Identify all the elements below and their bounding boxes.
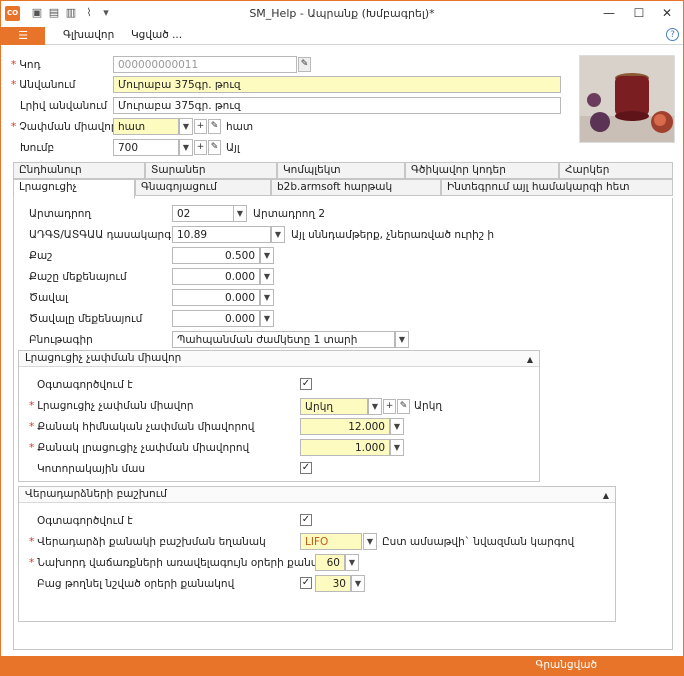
skip-checkbox[interactable]: ✓	[300, 577, 312, 589]
close-icon[interactable]: ✕	[653, 3, 681, 23]
add-unit-add-icon[interactable]: +	[383, 399, 396, 414]
group-label: Խումբ	[20, 142, 55, 154]
method-text: Ըստ ամսաթվի` նվազման կարգով	[382, 536, 575, 548]
nature-field[interactable]: Պահպանման ժամկետը 1 տարի	[172, 331, 395, 348]
volume-label: Ծավալ	[29, 292, 69, 304]
name-label: * Անվանում	[11, 79, 76, 91]
tab-kit[interactable]: Կոմպլեկտ	[277, 162, 405, 179]
unit-edit-icon[interactable]: ✎	[208, 119, 221, 134]
classifier-text: Այլ սննդամթերք, չներառված ուրիշ ի	[291, 229, 495, 241]
nature-dropdown-icon[interactable]: ▼	[395, 331, 409, 348]
nature-label: Բնութագիր	[29, 334, 93, 346]
returns-used-label: Օգտագործվում է	[37, 515, 133, 527]
skip-label: Բաց թողնել նշված օրերի քանակով	[37, 578, 235, 590]
add-unit-dropdown-icon[interactable]: ▼	[368, 398, 382, 415]
window-title: SM_Help - Ապրանք (Խմբագրել)*	[249, 7, 435, 20]
tab-general[interactable]: Ընդհանուր	[13, 162, 145, 179]
add-unit-label: * Լրացուցիչ չափման միավոր	[29, 400, 194, 412]
volume-dropdown-icon[interactable]: ▼	[260, 289, 274, 306]
unit-used-label: Օգտագործվում է	[37, 379, 133, 391]
tab-barcodes[interactable]: Գծիկավոր կոդեր	[405, 162, 559, 179]
weight-vehicle-dropdown-icon[interactable]: ▼	[260, 268, 274, 285]
add-unit-field[interactable]: Արկղ	[300, 398, 368, 415]
weight-field[interactable]: 0.500	[172, 247, 260, 264]
fullname-field[interactable]: Մուրաբա 375գր. թուզ	[113, 97, 561, 114]
status-bar: Գրանցված	[1, 656, 683, 675]
producer-label: Արտադրող	[29, 208, 92, 220]
tab-integration[interactable]: Ինտեգրում այլ համակարգի հետ	[441, 179, 673, 196]
method-dropdown-icon[interactable]: ▼	[363, 533, 377, 550]
fullname-label: Լրիվ անվանում	[20, 100, 108, 112]
main-menu-button[interactable]: ☰	[1, 27, 45, 45]
add-unit-edit-icon[interactable]: ✎	[397, 399, 410, 414]
unit-add-icon[interactable]: +	[194, 119, 207, 134]
days-dropdown-icon[interactable]: ▼	[345, 554, 359, 571]
unit-used-checkbox[interactable]: ✓	[300, 378, 312, 390]
group-field[interactable]: 700	[113, 139, 179, 156]
title-bar: CO ▣ ▤ ▥ ⌇ ▾ SM_Help - Ապրանք (Խմբագրել)…	[1, 1, 683, 27]
days-field[interactable]: 60	[315, 554, 345, 571]
volume-vehicle-dropdown-icon[interactable]: ▼	[260, 310, 274, 327]
classifier-field[interactable]: 10.89	[172, 226, 271, 243]
extra-qty-dropdown-icon[interactable]: ▼	[390, 439, 404, 456]
method-field[interactable]: LIFO	[300, 533, 362, 550]
producer-dropdown-icon[interactable]: ▼	[233, 205, 247, 222]
classifier-dropdown-icon[interactable]: ▼	[271, 226, 285, 243]
collapse-icon[interactable]: ▲	[603, 488, 609, 503]
fractional-label: Կոտորակային մաս	[37, 463, 146, 475]
code-label: * Կոդ	[11, 59, 41, 71]
minimize-icon[interactable]: —	[595, 3, 623, 23]
weight-label: Քաշ	[29, 250, 53, 262]
main-window: CO ▣ ▤ ▥ ⌇ ▾ SM_Help - Ապրանք (Խմբագրել)…	[0, 0, 684, 676]
base-qty-dropdown-icon[interactable]: ▼	[390, 418, 404, 435]
tab-b2b[interactable]: b2b.armsoft հարթակ	[271, 179, 441, 196]
menu-item-main[interactable]: Գլխավոր	[63, 29, 114, 41]
classifier-label: ԱԴԳՏ/ԱՏԳԱԱ դասակարգիչ	[29, 229, 183, 241]
group-text: Այլ	[226, 142, 240, 154]
weight-vehicle-field[interactable]: 0.000	[172, 268, 260, 285]
name-field[interactable]: Մուրաբա 375գր. թուզ	[113, 76, 561, 93]
product-image[interactable]	[579, 55, 675, 143]
weight-vehicle-label: Քաշը մեքենայում	[29, 271, 127, 283]
group-edit-icon[interactable]: ✎	[208, 140, 221, 155]
weight-dropdown-icon[interactable]: ▼	[260, 247, 274, 264]
producer-text: Արտադրող 2	[253, 208, 326, 220]
tab-taxes[interactable]: Հարկեր	[559, 162, 673, 179]
additional-unit-group-header[interactable]: Լրացուցիչ չափման միավոր ▲	[19, 351, 539, 367]
tab-additional[interactable]: Լրացուցիչ	[13, 179, 135, 199]
volume-field[interactable]: 0.000	[172, 289, 260, 306]
returns-used-checkbox[interactable]: ✓	[300, 514, 312, 526]
days-label: * Նախորդ վաճառքների առավելագույն օրերի քա…	[29, 557, 328, 569]
status-text: Գրանցված	[535, 659, 597, 671]
maximize-icon[interactable]: ☐	[625, 3, 653, 23]
group-add-icon[interactable]: +	[194, 140, 207, 155]
menu-item-attached[interactable]: Կցված ...	[131, 29, 182, 41]
unit-label: * Չափման միավոր	[11, 121, 118, 133]
code-edit-icon[interactable]: ✎	[298, 57, 311, 72]
extra-qty-field[interactable]: 1.000	[300, 439, 390, 456]
volume-vehicle-field[interactable]: 0.000	[172, 310, 260, 327]
unit-dropdown-icon[interactable]: ▼	[179, 118, 193, 135]
method-label: * Վերադարձի քանակի բաշխման եղանակ	[29, 536, 266, 548]
code-field[interactable]: 000000000011	[113, 56, 297, 73]
help-icon[interactable]: ?	[666, 28, 679, 41]
tab-strip: Ընդհանուր Տարաներ Կոմպլեկտ Գծիկավոր կոդե…	[13, 162, 673, 200]
volume-vehicle-label: Ծավալը մեքենայում	[29, 313, 143, 325]
extra-qty-label: * Քանակ լրացուցիչ չափման միավորով	[29, 442, 250, 454]
menu-bar: ☰ Գլխավոր Կցված ... ?	[1, 27, 683, 45]
add-unit-text: Արկղ	[414, 400, 443, 412]
skip-dropdown-icon[interactable]: ▼	[351, 575, 365, 592]
tab-containers[interactable]: Տարաներ	[145, 162, 277, 179]
producer-field[interactable]: 02	[172, 205, 234, 222]
tab-pricing[interactable]: Գնագոյացում	[135, 179, 271, 196]
collapse-icon[interactable]: ▲	[527, 352, 533, 367]
fractional-checkbox[interactable]: ✓	[300, 462, 312, 474]
unit-text: հատ	[226, 121, 254, 133]
group-dropdown-icon[interactable]: ▼	[179, 139, 193, 156]
base-qty-field[interactable]: 12.000	[300, 418, 390, 435]
returns-group-header[interactable]: Վերադարձների բաշխում ▲	[19, 487, 615, 503]
skip-field[interactable]: 30	[315, 575, 351, 592]
unit-field[interactable]: հատ	[113, 118, 179, 135]
base-qty-label: * Քանակ հիմնական չափման միավորով	[29, 421, 255, 433]
